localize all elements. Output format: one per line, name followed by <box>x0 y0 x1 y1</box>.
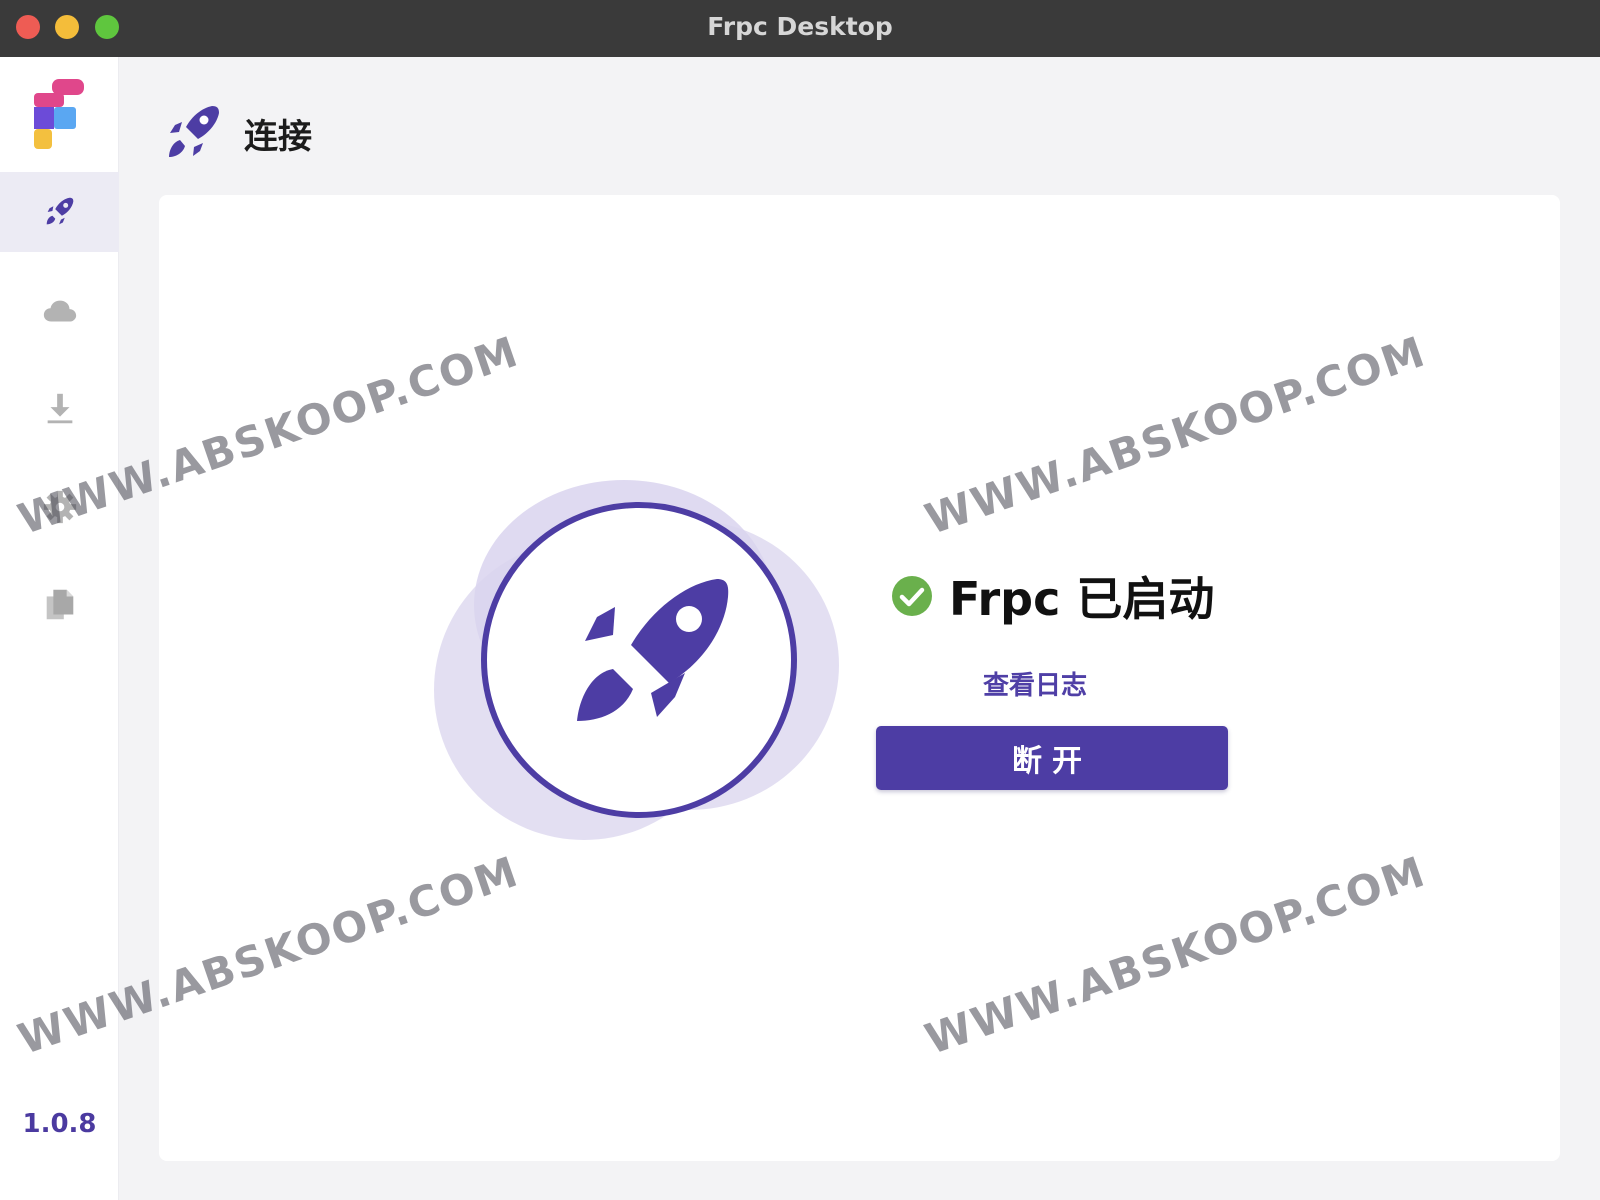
page-title: 连接 <box>244 116 312 157</box>
disconnect-button[interactable]: 断开 <box>876 726 1228 790</box>
cloud-icon <box>43 300 76 322</box>
page-header: 连接 <box>160 100 312 166</box>
rocket-icon <box>46 197 73 225</box>
documents-icon <box>46 589 73 620</box>
check-circle-icon <box>892 576 932 616</box>
app-version: 1.0.8 <box>22 1109 97 1139</box>
sidebar: 1.0.8 <box>0 57 119 1200</box>
status-text: Frpc 已启动 <box>949 572 1215 626</box>
window-title: Frpc Desktop <box>707 12 893 41</box>
status-row: Frpc 已启动 <box>891 563 1214 629</box>
gear-icon <box>43 490 76 524</box>
sidebar-item-logs[interactable] <box>0 565 119 645</box>
app-window: Frpc Desktop 1.0.8 连接 Frpc 已启动 查看日志 断开 W… <box>0 0 1600 1200</box>
connection-panel: Frpc 已启动 查看日志 断开 <box>159 195 1560 1161</box>
sidebar-item-settings[interactable] <box>0 467 119 547</box>
sidebar-item-download[interactable] <box>0 369 119 449</box>
download-icon <box>47 393 72 424</box>
rocket-illustration <box>434 480 839 840</box>
title-bar: Frpc Desktop <box>0 0 1600 57</box>
rocket-icon <box>169 106 219 157</box>
app-logo <box>34 79 84 149</box>
sidebar-item-server[interactable] <box>0 272 119 352</box>
sidebar-item-connect[interactable] <box>0 172 119 252</box>
view-log-link[interactable]: 查看日志 <box>859 665 1211 702</box>
